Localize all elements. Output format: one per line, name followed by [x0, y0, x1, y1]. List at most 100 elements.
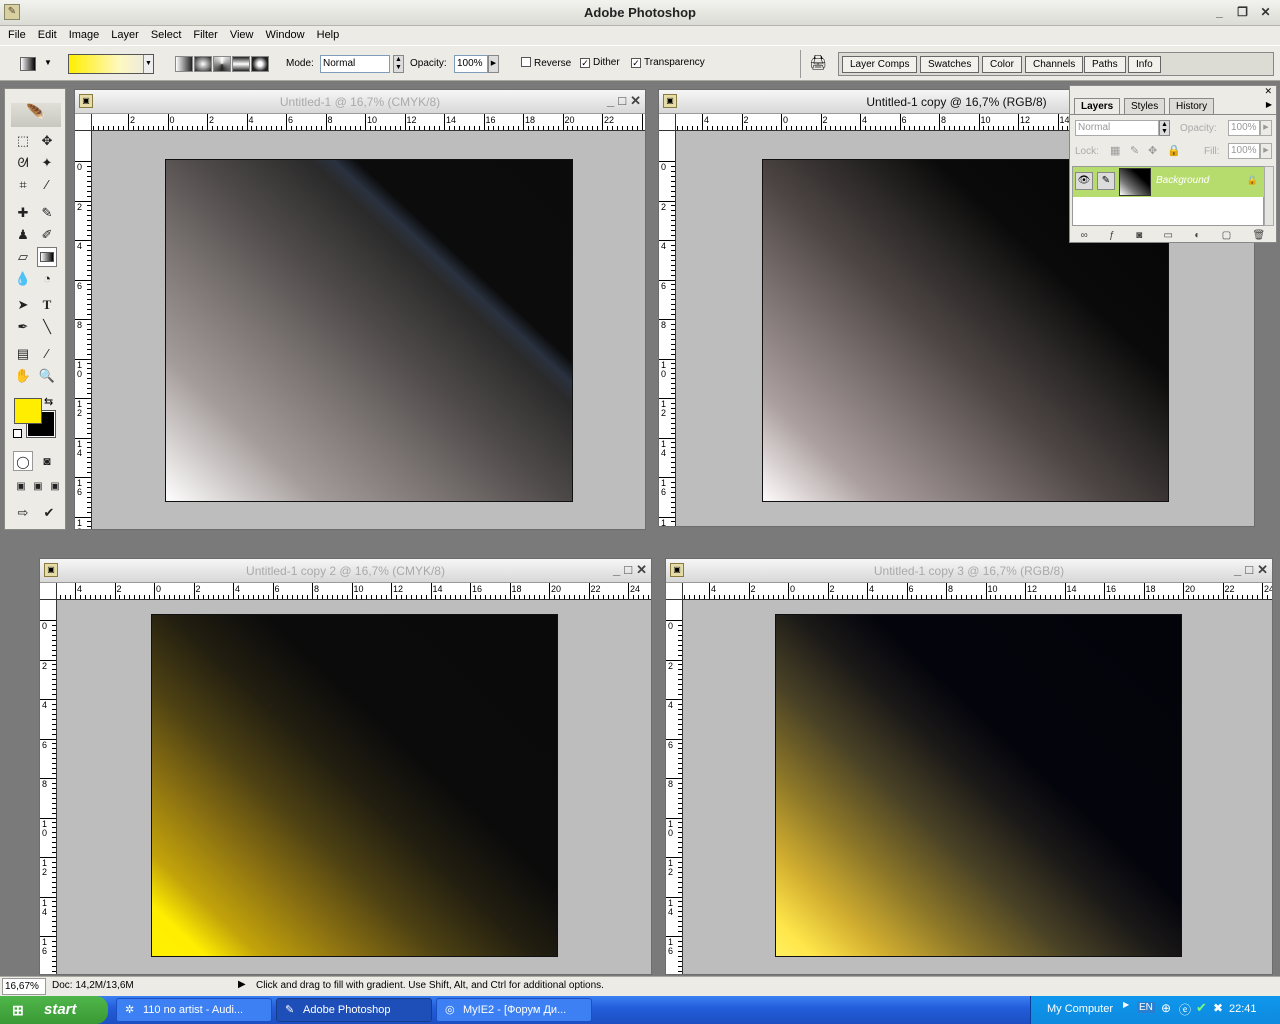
lasso-tool-icon[interactable]: ᘛ [13, 153, 33, 173]
close-button[interactable]: ✕ [1255, 4, 1276, 22]
dither-checkbox[interactable]: ✓ Dither [580, 57, 620, 68]
jump-to-imageready-icon[interactable]: ⇨ [13, 503, 33, 523]
pen-tool-icon[interactable]: ✒ [13, 317, 33, 337]
fill-input[interactable]: 100% [1228, 143, 1260, 159]
crop-tool-icon[interactable]: ⌗ [13, 175, 33, 195]
status-menu-arrow-icon[interactable]: ▶ [238, 979, 246, 990]
well-tab-layer-comps[interactable]: Layer Comps [842, 56, 918, 73]
hand-tool-icon[interactable]: ✋ [13, 366, 33, 386]
taskbar-item-photoshop[interactable]: ✎ Adobe Photoshop [276, 998, 432, 1022]
standard-mode-icon[interactable]: ◯ [13, 451, 33, 471]
layer-opacity-arrow[interactable]: ▶ [1260, 120, 1272, 136]
blend-mode-select[interactable]: Normal [1075, 120, 1159, 136]
eyedropper-tool-icon[interactable]: ⁄ [37, 344, 57, 364]
ruler-origin[interactable] [666, 583, 683, 600]
lock-position-icon[interactable]: ✥ [1148, 144, 1157, 157]
ruler-origin[interactable] [75, 114, 92, 131]
lock-pixels-icon[interactable]: ✎ [1130, 144, 1139, 157]
blur-tool-icon[interactable]: 💧 [13, 269, 33, 289]
add-mask-icon[interactable]: ◙ [1136, 230, 1142, 241]
screen-mode-full-icon[interactable]: ▣ [45, 477, 65, 497]
opacity-slider-arrow[interactable]: ▶ [488, 55, 499, 73]
transparency-check-box[interactable]: ✓ [631, 58, 641, 68]
reflected-gradient-button[interactable] [232, 56, 250, 72]
trash-icon[interactable]: 🗑 [1253, 230, 1266, 241]
new-layer-icon[interactable]: ▢ [1222, 230, 1231, 241]
gradient-canvas[interactable] [151, 614, 558, 957]
path-selection-tool-icon[interactable]: ➤ [13, 295, 33, 315]
menu-select[interactable]: Select [145, 26, 188, 45]
dither-check-box[interactable]: ✓ [580, 58, 590, 68]
gradient-tool-icon[interactable] [37, 247, 57, 267]
menu-view[interactable]: View [224, 26, 260, 45]
ruler-origin[interactable] [40, 583, 57, 600]
link-layers-icon[interactable]: ∞ [1081, 230, 1088, 241]
language-indicator[interactable]: EN [1137, 1002, 1155, 1013]
adjustment-layer-icon[interactable]: ◐ [1194, 230, 1200, 241]
menu-file[interactable]: File [2, 26, 32, 45]
tab-layers[interactable]: Layers [1074, 98, 1121, 114]
radial-gradient-button[interactable] [194, 56, 212, 72]
tab-history[interactable]: History [1169, 98, 1215, 114]
well-tab-paths[interactable]: Paths [1084, 56, 1126, 73]
linear-gradient-button[interactable] [175, 56, 193, 72]
antivirus-tray-icon[interactable]: ✖ [1213, 1001, 1223, 1015]
well-tab-color[interactable]: Color [982, 56, 1022, 73]
line-tool-icon[interactable]: ╲ [37, 317, 57, 337]
commit-check-icon[interactable]: ✔ [39, 503, 59, 523]
doc-close-icon[interactable]: ✕ [636, 562, 647, 578]
taskbar-item-myie2[interactable]: ◎ MyIE2 - [Форум Ди... [436, 998, 592, 1022]
taskbar-item-audio[interactable]: ✲ 110 no artist - Audi... [116, 998, 272, 1022]
notes-tool-icon[interactable]: ▤ [13, 344, 33, 364]
marquee-tool-icon[interactable]: ⬚ [13, 131, 33, 151]
quick-mask-mode-icon[interactable]: ◙ [37, 451, 57, 471]
doc-maximize-icon[interactable]: □ [624, 562, 632, 578]
restore-button[interactable]: ❐ [1232, 4, 1253, 22]
document-titlebar[interactable]: ▣ Untitled-1 copy 2 @ 16,7% (CMYK/8) _ □ ✕ [40, 559, 651, 583]
zoom-tool-icon[interactable]: 🔍 [37, 366, 57, 386]
healing-brush-tool-icon[interactable]: ✚ [13, 203, 33, 223]
menu-image[interactable]: Image [63, 26, 106, 45]
dodge-tool-icon[interactable]: ◔ [37, 269, 57, 289]
well-tab-info[interactable]: Info [1128, 56, 1161, 73]
gradient-picker[interactable] [68, 54, 154, 74]
doc-minimize-icon[interactable]: _ [613, 562, 620, 578]
move-tool-icon[interactable]: ✥ [37, 131, 57, 151]
document-titlebar[interactable]: ▣ Untitled-1 copy 3 @ 16,7% (RGB/8) _ □ ✕ [666, 559, 1272, 583]
brush-tool-icon[interactable]: ✎ [37, 203, 57, 223]
lock-all-icon[interactable]: 🔒 [1167, 144, 1181, 157]
eraser-tool-icon[interactable]: ▱ [13, 247, 33, 267]
layer-opacity-input[interactable]: 100% [1228, 120, 1260, 136]
opacity-input[interactable]: 100% [454, 55, 488, 73]
panel-menu-icon[interactable]: ▶ [1266, 100, 1272, 109]
angle-gradient-button[interactable] [213, 56, 231, 72]
menu-window[interactable]: Window [260, 26, 311, 45]
well-tab-channels[interactable]: Channels [1025, 56, 1084, 73]
eye-icon[interactable]: 👁 [1075, 172, 1093, 190]
document-window-3[interactable]: ▣ Untitled-1 copy 2 @ 16,7% (CMYK/8) _ □ ✕… [39, 558, 652, 975]
minimize-button[interactable]: _ [1209, 4, 1230, 22]
diamond-gradient-button[interactable] [251, 56, 269, 72]
transparency-checkbox[interactable]: ✓ Transparency [631, 57, 705, 68]
tool-preset-picker[interactable] [20, 57, 36, 71]
chevron-down-icon[interactable]: ▼ [44, 58, 52, 67]
type-tool-icon[interactable]: T [37, 295, 57, 315]
doc-maximize-icon[interactable]: □ [1245, 562, 1253, 578]
clone-stamp-tool-icon[interactable]: ♟ [13, 225, 33, 245]
doc-minimize-icon[interactable]: _ [1234, 562, 1241, 578]
file-browser-icon[interactable]: 🖨 [808, 54, 828, 74]
new-group-icon[interactable]: ▭ [1164, 230, 1173, 241]
fill-arrow[interactable]: ▶ [1260, 143, 1272, 159]
brush-link-icon[interactable]: ✎ [1097, 172, 1115, 190]
default-colors-icon[interactable] [13, 429, 22, 438]
panel-close-icon[interactable]: ✕ [1264, 86, 1272, 97]
start-button[interactable]: ⊞ start [0, 996, 108, 1024]
add-style-icon[interactable]: ƒ [1109, 230, 1115, 241]
mode-select[interactable]: Normal [320, 55, 390, 73]
blend-mode-spinner[interactable]: ▲ ▼ [1159, 120, 1170, 136]
layer-name[interactable]: Background [1156, 175, 1209, 186]
ruler-origin[interactable] [659, 114, 676, 131]
reverse-checkbox[interactable]: Reverse [521, 57, 571, 69]
doc-close-icon[interactable]: ✕ [1257, 562, 1268, 578]
lock-transparency-icon[interactable]: ▦ [1110, 144, 1120, 157]
